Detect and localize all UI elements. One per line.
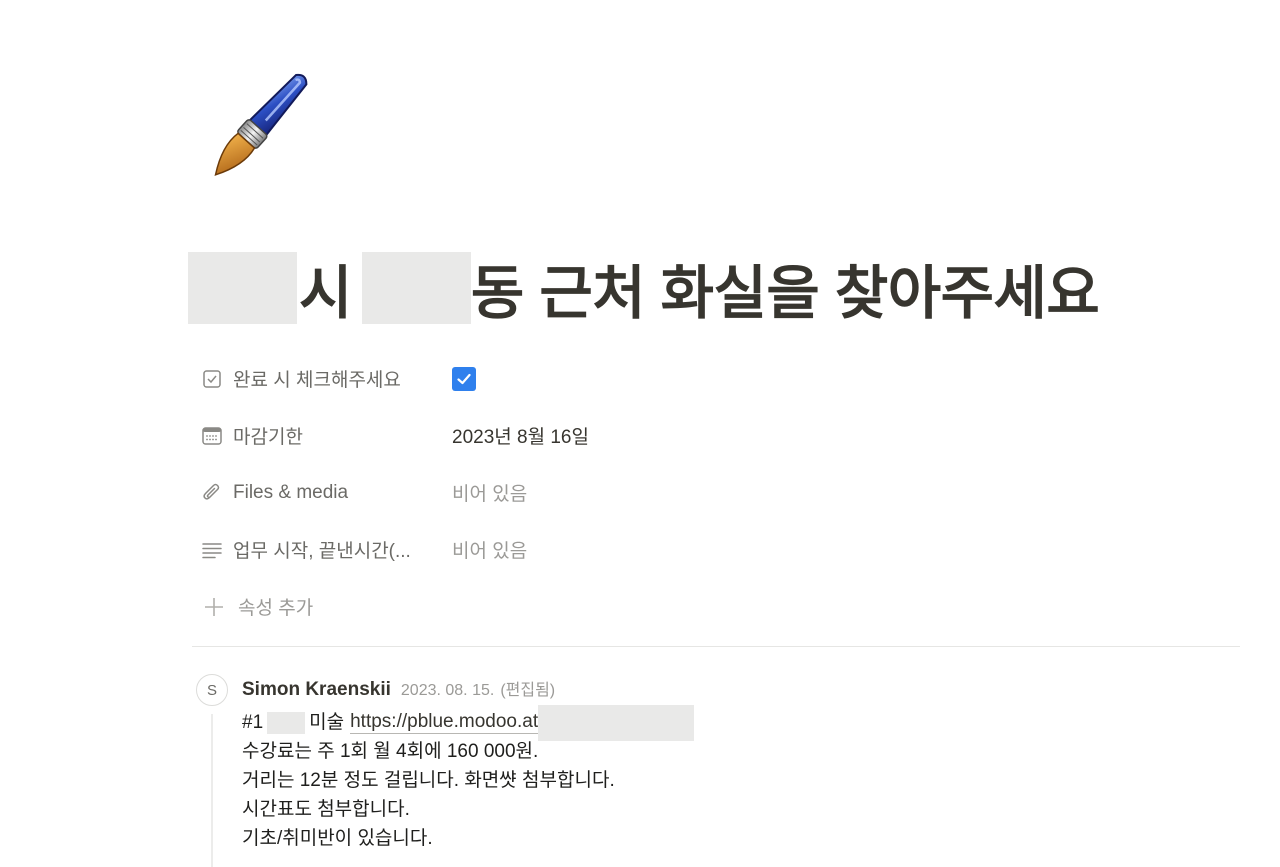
edited-label: (편집됨) [500, 682, 556, 699]
title-text-1: 시 [299, 261, 352, 326]
comment-prefix: #1 [242, 712, 264, 733]
property-label: Files & media [233, 481, 349, 503]
text-lines-icon [200, 538, 224, 562]
checkmark-icon [457, 373, 471, 384]
paintbrush-icon[interactable] [190, 68, 320, 194]
deadline-value[interactable]: 2023년 8월 16일 [452, 422, 589, 449]
comment-line: #1 미술 https://pblue.modoo.at [242, 704, 695, 741]
property-label: 업무 시작, 끝낸시간(... [233, 541, 411, 562]
add-property-label: 속성 추가 [238, 598, 314, 619]
section-divider [192, 646, 1240, 647]
redacted-block [538, 704, 695, 741]
property-row-deadline: 마감기한 2023년 8월 16일 [200, 407, 800, 464]
property-name[interactable]: 마감기한 [200, 422, 452, 449]
comment-line: 시간표도 첨부합니다. [242, 799, 410, 820]
comment-word: 미술 [309, 712, 345, 733]
comment-line: 기초/취미반이 있습니다. [242, 828, 433, 849]
property-row-files: Files & media 비어 있음 [200, 464, 800, 521]
properties-section: 완료 시 체크해주세요 마감기한 2023년 8월 16일 Files & me… [200, 350, 800, 635]
page-title[interactable]: 시 동 근처 화실을 찾아주세요 [188, 252, 1100, 326]
calendar-icon [200, 424, 224, 448]
add-property-button[interactable]: 속성 추가 [200, 593, 452, 620]
property-label: 완료 시 체크해주세요 [233, 370, 401, 391]
redacted-block [267, 711, 306, 734]
worktime-value[interactable]: 비어 있음 [452, 536, 527, 563]
files-value[interactable]: 비어 있음 [452, 479, 527, 506]
property-name[interactable]: 업무 시작, 끝낸시간(... [200, 536, 452, 563]
comment-author[interactable]: Simon Kraenskii [242, 679, 391, 701]
property-name[interactable]: 완료 시 체크해주세요 [200, 365, 452, 392]
comment-date: 2023. 08. 15. [400, 682, 495, 699]
thread-line [211, 714, 213, 867]
title-text-2: 동 근처 화실을 찾아주세요 [470, 261, 1100, 326]
comment-body: #1 미술 https://pblue.modoo.at 수강료는 주 1회 월… [242, 704, 695, 853]
paperclip-icon [200, 481, 224, 505]
done-checkbox[interactable] [452, 366, 476, 391]
redacted-block [361, 252, 471, 324]
property-label: 마감기한 [233, 427, 303, 448]
checkbox-icon [200, 367, 224, 391]
comment-line: 수강료는 주 1회 월 4회에 160 000원. [242, 741, 539, 762]
comment-link[interactable]: https://pblue.modoo.at [350, 711, 539, 734]
comment-line: 거리는 12분 정도 걸립니다. 화면썃 첨부합니다. [242, 770, 615, 791]
plus-icon [202, 595, 226, 619]
add-property-row[interactable]: 속성 추가 [200, 578, 800, 635]
property-row-worktime: 업무 시작, 끝낸시간(... 비어 있음 [200, 521, 800, 578]
property-row-done: 완료 시 체크해주세요 [200, 350, 800, 407]
notion-page: 시 동 근처 화실을 찾아주세요 완료 시 체크해주세요 마감기한 2023년 … [0, 0, 1280, 867]
property-name[interactable]: Files & media [200, 481, 452, 505]
avatar[interactable]: S [196, 674, 228, 706]
comment-header: Simon Kraenskii 2023. 08. 15. (편집됨) [242, 676, 555, 701]
redacted-block [188, 252, 297, 324]
